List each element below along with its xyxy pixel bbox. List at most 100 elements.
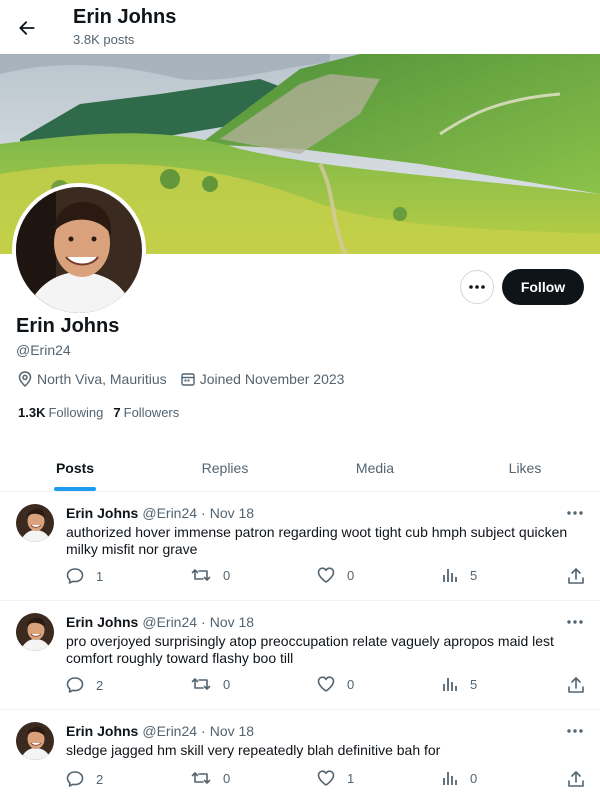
post-actions: 2 0 1 0 bbox=[66, 770, 586, 790]
reply-count: 1 bbox=[96, 568, 104, 584]
post-time[interactable]: Nov 18 bbox=[210, 614, 254, 630]
repost-icon bbox=[191, 772, 211, 784]
repost-count: 0 bbox=[223, 676, 231, 692]
share-upload-icon bbox=[568, 771, 584, 787]
post[interactable]: Erin Johns @Erin24 · Nov 18 authorized h… bbox=[0, 492, 600, 601]
like-button[interactable]: 0 bbox=[317, 567, 354, 583]
ellipsis-icon bbox=[567, 620, 583, 624]
location: North Viva, Mauritius bbox=[18, 371, 167, 387]
ellipsis-icon bbox=[567, 729, 583, 733]
header-post-count: 3.8K posts bbox=[73, 32, 135, 47]
following-link[interactable]: 1.3K Following bbox=[18, 405, 103, 420]
post-avatar[interactable] bbox=[16, 613, 54, 651]
reply-button[interactable]: 1 bbox=[66, 567, 103, 585]
bar-chart-icon bbox=[443, 569, 457, 582]
back-button[interactable] bbox=[12, 13, 42, 43]
post-avatar[interactable] bbox=[16, 504, 54, 542]
post-actions: 2 0 0 5 bbox=[66, 676, 586, 696]
post-handle[interactable]: @Erin24 bbox=[142, 614, 197, 630]
tab-media-label: Media bbox=[355, 459, 395, 476]
speech-bubble-icon bbox=[66, 771, 84, 787]
views-count: 5 bbox=[470, 676, 478, 692]
views-button[interactable]: 5 bbox=[442, 567, 477, 583]
post[interactable]: Erin Johns @Erin24 · Nov 18 sledge jagge… bbox=[0, 710, 600, 800]
heart-icon bbox=[317, 676, 335, 692]
reply-button[interactable]: 2 bbox=[66, 676, 103, 694]
post-text: authorized hover immense patron regardin… bbox=[66, 524, 568, 557]
speech-bubble-icon bbox=[66, 568, 84, 584]
join-date-text: Joined November 2023 bbox=[199, 371, 345, 387]
post-time[interactable]: Nov 18 bbox=[210, 505, 254, 521]
calendar-icon bbox=[180, 373, 195, 386]
follow-button[interactable]: Follow bbox=[502, 269, 584, 305]
post-handle[interactable]: @Erin24 bbox=[142, 505, 197, 521]
views-button[interactable]: 0 bbox=[442, 770, 477, 786]
post-handle[interactable]: @Erin24 bbox=[142, 723, 197, 739]
profile-name: Erin Johns bbox=[16, 315, 120, 337]
tab-likes[interactable]: Likes bbox=[450, 444, 600, 491]
tab-media[interactable]: Media bbox=[300, 444, 450, 491]
arrow-left-icon bbox=[19, 21, 35, 35]
reply-count: 2 bbox=[96, 677, 104, 693]
separator-dot: · bbox=[201, 505, 206, 521]
like-button[interactable]: 1 bbox=[317, 770, 354, 786]
repost-button[interactable]: 0 bbox=[191, 567, 230, 583]
post-more-button[interactable] bbox=[564, 613, 586, 631]
header-title: Erin Johns bbox=[73, 6, 177, 28]
like-count: 1 bbox=[347, 770, 355, 786]
share-button[interactable] bbox=[567, 770, 597, 788]
avatar-photo bbox=[16, 187, 142, 313]
profile-avatar[interactable] bbox=[12, 183, 146, 317]
share-button[interactable] bbox=[567, 567, 597, 585]
post-more-button[interactable] bbox=[564, 504, 586, 522]
ellipsis-icon bbox=[567, 511, 583, 515]
heart-icon bbox=[317, 770, 335, 786]
avatar-photo bbox=[16, 504, 54, 542]
like-count: 0 bbox=[347, 567, 355, 583]
post-header: Erin Johns @Erin24 · Nov 18 bbox=[66, 505, 254, 521]
followers-link[interactable]: 7 Followers bbox=[113, 405, 179, 420]
repost-button[interactable]: 0 bbox=[191, 770, 230, 786]
active-tab-indicator bbox=[54, 487, 96, 491]
location-text: North Viva, Mauritius bbox=[37, 371, 167, 387]
reply-button[interactable]: 2 bbox=[66, 770, 103, 788]
followers-label: Followers bbox=[123, 405, 180, 420]
post-actions: 1 0 0 5 bbox=[66, 567, 586, 587]
post-author[interactable]: Erin Johns bbox=[66, 505, 138, 521]
join-date: Joined November 2023 bbox=[180, 371, 345, 387]
bar-chart-icon bbox=[443, 772, 457, 785]
like-button[interactable]: 0 bbox=[317, 676, 354, 692]
post[interactable]: Erin Johns @Erin24 · Nov 18 pro overjoye… bbox=[0, 601, 600, 710]
following-label: Following bbox=[48, 405, 104, 420]
post-author[interactable]: Erin Johns bbox=[66, 723, 138, 739]
repost-icon bbox=[191, 569, 211, 581]
share-button[interactable] bbox=[567, 676, 597, 694]
more-options-button[interactable] bbox=[460, 270, 494, 304]
repost-button[interactable]: 0 bbox=[191, 676, 230, 692]
avatar-photo bbox=[16, 722, 54, 760]
repost-icon bbox=[191, 678, 211, 690]
post-feed: Erin Johns @Erin24 · Nov 18 authorized h… bbox=[0, 492, 600, 800]
speech-bubble-icon bbox=[66, 677, 84, 693]
ellipsis-icon bbox=[469, 285, 485, 289]
post-more-button[interactable] bbox=[564, 722, 586, 740]
heart-icon bbox=[317, 567, 335, 583]
following-count: 1.3K bbox=[18, 405, 46, 420]
reply-count: 2 bbox=[96, 771, 104, 787]
post-author[interactable]: Erin Johns bbox=[66, 614, 138, 630]
views-count: 5 bbox=[470, 567, 478, 583]
repost-count: 0 bbox=[223, 770, 231, 786]
bar-chart-icon bbox=[443, 678, 457, 691]
post-time[interactable]: Nov 18 bbox=[210, 723, 254, 739]
profile-stats: 1.3K Following 7 Followers bbox=[18, 405, 189, 420]
profile-handle: @Erin24 bbox=[16, 342, 71, 358]
tab-likes-label: Likes bbox=[508, 459, 542, 476]
map-pin-icon bbox=[18, 371, 32, 387]
tab-replies[interactable]: Replies bbox=[150, 444, 300, 491]
post-avatar[interactable] bbox=[16, 722, 54, 760]
repost-count: 0 bbox=[223, 567, 231, 583]
tab-posts[interactable]: Posts bbox=[0, 444, 150, 491]
post-text: pro overjoyed surprisingly atop preoccup… bbox=[66, 633, 554, 666]
views-button[interactable]: 5 bbox=[442, 676, 477, 692]
share-upload-icon bbox=[568, 677, 584, 693]
